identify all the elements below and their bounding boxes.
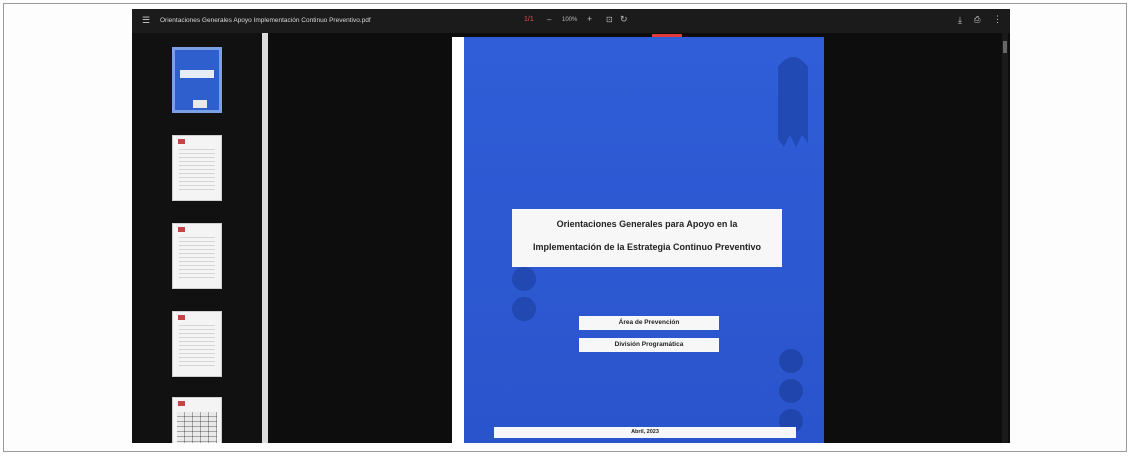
thumbnail-logo [178, 227, 185, 232]
print-icon[interactable]: ⎙ [974, 15, 980, 25]
main-scrollbar-thumb[interactable] [1003, 41, 1007, 53]
document-title: Orientaciones Generales Apoyo Implementa… [160, 17, 371, 24]
pdf-viewer: ☰ Orientaciones Generales Apoyo Implemen… [132, 9, 1010, 443]
cover-title-line-1: Orientaciones Generales para Apoyo en la [556, 219, 738, 229]
thumbnail-title-banner [180, 70, 214, 78]
cover-date: Abril, 2023 [494, 427, 796, 438]
thumbnail-logo [193, 100, 207, 108]
sidebar-scrollbar[interactable] [262, 33, 268, 443]
thumbnail-text [179, 234, 215, 280]
cover-background: Orientaciones Generales para Apoyo en la… [464, 37, 824, 443]
zoom-in-icon[interactable]: + [587, 14, 592, 24]
thumbnail-logo [178, 401, 185, 406]
page-indicator[interactable]: 1/1 [524, 16, 534, 23]
fit-page-icon[interactable]: ⊡ [606, 15, 613, 24]
more-actions-icon[interactable]: ⋮ [993, 14, 1002, 25]
thumbnail-text [179, 146, 215, 192]
decorative-shape-top-right [778, 57, 808, 147]
viewer-toolbar: ☰ Orientaciones Generales Apoyo Implemen… [132, 9, 1010, 33]
thumbnail-table [177, 412, 217, 443]
cover-title-line-2: Implementación de la Estrategia Continuo… [532, 242, 762, 252]
download-icon[interactable]: ⤓ [958, 15, 962, 26]
thumbnail-page-5[interactable] [172, 397, 222, 443]
screenshot-frame: ☰ Orientaciones Generales Apoyo Implemen… [3, 3, 1127, 452]
pdf-page-cover: Orientaciones Generales para Apoyo en la… [452, 34, 824, 443]
thumbnail-text [179, 322, 215, 368]
zoom-out-icon[interactable]: – [547, 15, 551, 24]
thumbnail-page-1[interactable] [172, 47, 222, 113]
main-scrollbar[interactable] [1002, 33, 1008, 443]
cover-label-area: Área de Prevención [579, 316, 719, 330]
thumbnail-logo [178, 139, 185, 144]
thumbnail-page-2[interactable] [172, 135, 222, 201]
menu-icon[interactable]: ☰ [142, 15, 150, 26]
zoom-level[interactable]: 100% [562, 17, 577, 23]
rotate-icon[interactable]: ↻ [620, 14, 628, 25]
thumbnail-page-4[interactable] [172, 311, 222, 377]
cover-label-division: División Programática [579, 338, 719, 352]
thumbnail-logo [178, 315, 185, 320]
thumbnail-sidebar [132, 33, 266, 443]
cover-title-box: Orientaciones Generales para Apoyo en la… [512, 209, 782, 267]
thumbnail-page-3[interactable] [172, 223, 222, 289]
